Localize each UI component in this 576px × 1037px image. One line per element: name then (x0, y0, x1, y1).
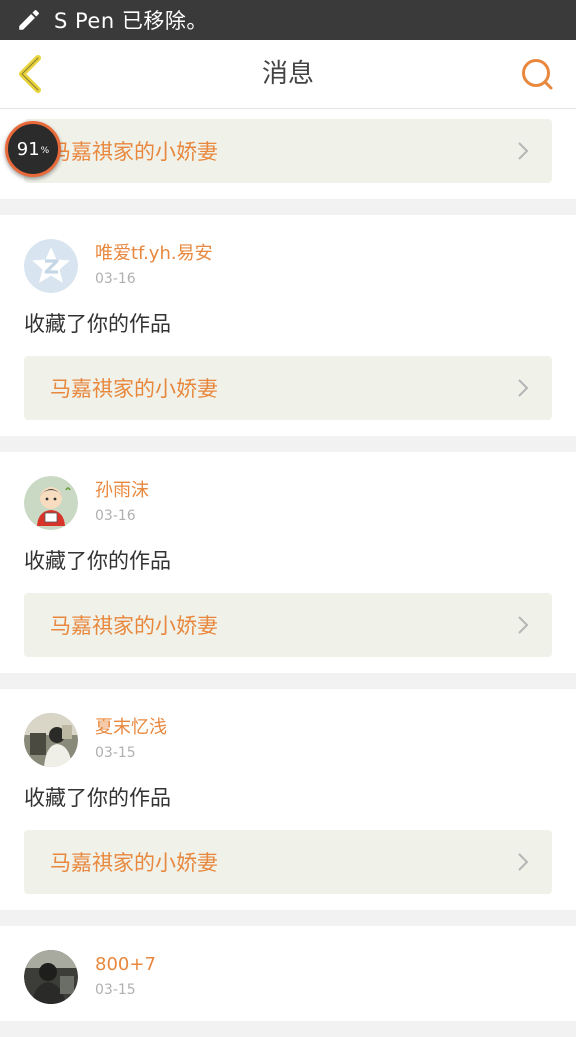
work-link[interactable]: 马嘉祺家的小娇妻 (24, 830, 552, 894)
message-user: 夏末忆浅 03-15 (24, 712, 552, 768)
photo-avatar-icon (24, 950, 78, 1004)
work-title: 马嘉祺家的小娇妻 (50, 851, 218, 875)
photo-avatar-icon (24, 713, 78, 767)
work-title: 马嘉祺家的小娇妻 (50, 140, 218, 164)
status-text: S Pen 已移除。 (54, 9, 208, 33)
chevron-right-icon (518, 142, 529, 160)
avatar[interactable] (24, 950, 78, 1004)
message-list: 马嘉祺家的小娇妻 唯爱tf.yh.易安 03-16 收藏了你的作品 马嘉祺家的小… (0, 109, 576, 1037)
top-bar: 消息 (0, 40, 576, 109)
action-text: 收藏了你的作品 (24, 312, 171, 336)
badge-value: 91 (16, 138, 40, 160)
avatar[interactable] (24, 713, 78, 767)
message-item: 夏末忆浅 03-15 收藏了你的作品 马嘉祺家的小娇妻 (0, 689, 576, 910)
pen-icon (19, 10, 39, 30)
message-date: 03-16 (95, 508, 136, 524)
progress-badge[interactable]: 91% (5, 121, 61, 177)
work-link[interactable]: 马嘉祺家的小娇妻 (24, 119, 552, 183)
message-item: 800+7 03-15 (0, 926, 576, 1021)
action-text: 收藏了你的作品 (24, 549, 171, 573)
status-bar: S Pen 已移除。 (0, 0, 576, 40)
user-name[interactable]: 800+7 (95, 954, 156, 976)
message-user: 唯爱tf.yh.易安 03-16 (24, 238, 552, 294)
user-name[interactable]: 唯爱tf.yh.易安 (95, 243, 213, 265)
work-link[interactable]: 马嘉祺家的小娇妻 (24, 356, 552, 420)
work-title: 马嘉祺家的小娇妻 (50, 614, 218, 638)
pinned-card: 马嘉祺家的小娇妻 (0, 109, 576, 199)
work-title: 马嘉祺家的小娇妻 (50, 377, 218, 401)
message-user: 孙雨沫 03-16 (24, 475, 552, 531)
chevron-right-icon (518, 379, 529, 397)
page-title: 消息 (261, 59, 314, 89)
cartoon-avatar-icon (24, 476, 78, 530)
avatar[interactable] (24, 239, 78, 293)
badge-unit: % (40, 146, 50, 156)
chevron-right-icon (518, 853, 529, 871)
message-item: 唯爱tf.yh.易安 03-16 收藏了你的作品 马嘉祺家的小娇妻 (0, 215, 576, 436)
message-date: 03-15 (95, 745, 136, 761)
message-date: 03-15 (95, 982, 136, 998)
action-text: 收藏了你的作品 (24, 786, 171, 810)
qq-default-avatar-icon (24, 239, 78, 293)
search-icon[interactable] (520, 57, 554, 91)
work-link[interactable]: 马嘉祺家的小娇妻 (24, 593, 552, 657)
message-user: 800+7 03-15 (24, 949, 552, 1005)
user-name[interactable]: 孙雨沫 (95, 480, 149, 502)
avatar[interactable] (24, 476, 78, 530)
message-date: 03-16 (95, 271, 136, 287)
chevron-right-icon (518, 616, 529, 634)
message-item: 孙雨沫 03-16 收藏了你的作品 马嘉祺家的小娇妻 (0, 452, 576, 673)
user-name[interactable]: 夏末忆浅 (95, 717, 167, 739)
